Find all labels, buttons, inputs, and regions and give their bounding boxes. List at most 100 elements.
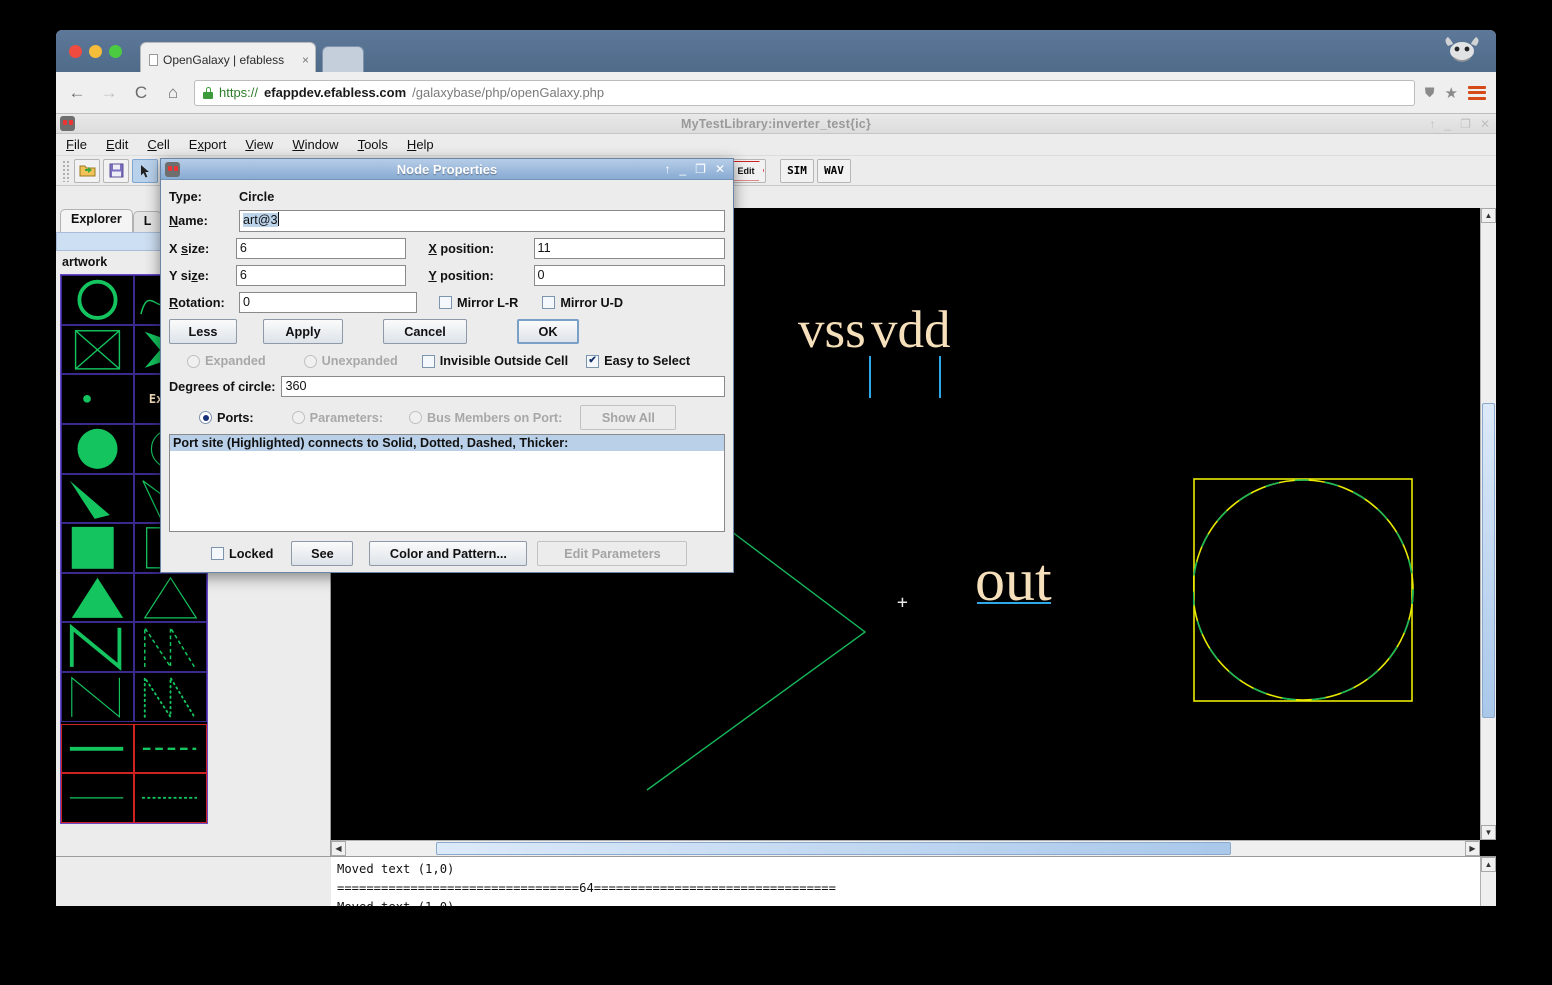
- bookmark-star-icon[interactable]: ★: [1445, 84, 1458, 102]
- circle-node-selected[interactable]: [1193, 478, 1415, 704]
- palette-box-crossed[interactable]: [61, 324, 134, 375]
- out-label[interactable]: out: [975, 546, 1052, 615]
- palette-arc-dotted[interactable]: [134, 773, 207, 823]
- menu-export[interactable]: Export: [189, 137, 227, 152]
- tab-explorer[interactable]: Explorer: [60, 209, 133, 232]
- rotation-input[interactable]: 0: [239, 292, 417, 313]
- app-float-icon[interactable]: ↑: [1429, 117, 1435, 131]
- invisible-outside-cell-checkbox[interactable]: Invisible Outside Cell: [421, 354, 568, 368]
- port-list[interactable]: Port site (Highlighted) connects to Soli…: [169, 434, 725, 532]
- menu-edit[interactable]: Edit: [106, 137, 128, 152]
- shield-icon[interactable]: ⛊: [1425, 85, 1435, 101]
- expanded-radio[interactable]: Expanded: [187, 354, 266, 368]
- color-and-pattern-button[interactable]: Color and Pattern...: [369, 541, 528, 566]
- palette-polygon-dashed[interactable]: [134, 622, 207, 673]
- sim-button[interactable]: SIM: [780, 158, 814, 183]
- x-position-input[interactable]: 11: [533, 238, 725, 259]
- wav-button[interactable]: WAV: [817, 158, 851, 183]
- menu-file[interactable]: FFileile: [66, 137, 87, 152]
- palette-triangle-outline[interactable]: [134, 572, 207, 623]
- palette-polygon-thick[interactable]: [61, 622, 134, 673]
- scroll-down-arrow[interactable]: ▼: [1481, 825, 1496, 840]
- dialog-close-icon[interactable]: ✕: [715, 162, 725, 176]
- messages-scroll-up-arrow[interactable]: ▲: [1481, 857, 1496, 872]
- edit-parameters-button[interactable]: Edit Parameters: [537, 541, 688, 566]
- scroll-up-arrow[interactable]: ▲: [1481, 208, 1496, 223]
- app-maximize-icon[interactable]: ❐: [1460, 117, 1471, 131]
- palette-square-filled[interactable]: [61, 523, 134, 573]
- palette-circle-filled[interactable]: [61, 423, 134, 474]
- menu-view[interactable]: View: [245, 137, 273, 152]
- x-size-input[interactable]: 6: [235, 238, 407, 259]
- palette-polygon-dotted[interactable]: [134, 672, 207, 722]
- palette-arc-solid[interactable]: [61, 723, 134, 774]
- unexpanded-radio[interactable]: Unexpanded: [303, 354, 398, 368]
- reload-icon[interactable]: C: [130, 82, 152, 104]
- browser-tab-opengalaxy[interactable]: OpenGalaxy | efabless ×: [140, 42, 316, 72]
- canvas-vertical-scrollbar[interactable]: ▲ ▼: [1480, 208, 1496, 840]
- y-position-input[interactable]: 0: [533, 265, 725, 286]
- palette-dot[interactable]: [61, 374, 134, 424]
- scroll-left-arrow[interactable]: ◀: [331, 841, 346, 856]
- forward-icon[interactable]: →: [98, 82, 120, 104]
- palette-pie-filled[interactable]: [61, 473, 134, 524]
- vdd-label[interactable]: vdd: [871, 300, 951, 360]
- cancel-button[interactable]: Cancel: [383, 319, 467, 344]
- canvas-hscroll-thumb[interactable]: [436, 842, 1231, 855]
- tab-layers[interactable]: L: [132, 211, 163, 232]
- less-button[interactable]: Less: [169, 319, 237, 344]
- locked-checkbox[interactable]: Locked: [211, 547, 273, 561]
- window-close-button[interactable]: [69, 45, 82, 58]
- y-size-input[interactable]: 6: [235, 265, 407, 286]
- palette-arc-dashed[interactable]: [134, 723, 207, 774]
- name-input[interactable]: art@3: [239, 210, 725, 232]
- degrees-input[interactable]: 360: [281, 376, 725, 397]
- app-close-icon[interactable]: ✕: [1480, 117, 1490, 131]
- select-tool-button[interactable]: [132, 158, 158, 183]
- mirror-ud-box: [542, 296, 556, 309]
- parameters-radio[interactable]: Parameters:: [291, 411, 383, 425]
- dialog-float-icon[interactable]: ↑: [664, 162, 670, 176]
- canvas-vscroll-thumb[interactable]: [1482, 403, 1495, 718]
- palette-polygon-thin[interactable]: [61, 672, 134, 722]
- url-host: efappdev.efabless.com: [264, 85, 407, 100]
- mirror-lr-checkbox[interactable]: Mirror L-R: [439, 296, 518, 310]
- url-bar[interactable]: https:// efappdev.efabless.com/galaxybase…: [194, 79, 1415, 106]
- new-tab-button[interactable]: [322, 46, 364, 72]
- menu-tools[interactable]: Tools: [358, 137, 388, 152]
- palette-circle-outline[interactable]: [61, 275, 134, 325]
- vss-label[interactable]: vss: [798, 300, 866, 360]
- toolbar-grip[interactable]: [62, 159, 71, 182]
- save-library-button[interactable]: [103, 158, 129, 183]
- palette-arc-thin[interactable]: [61, 773, 134, 823]
- open-library-button[interactable]: [74, 158, 100, 183]
- mirror-ud-checkbox[interactable]: Mirror U-D: [542, 296, 623, 310]
- dialog-maximize-icon[interactable]: ❐: [695, 162, 706, 176]
- home-icon[interactable]: ⌂: [162, 82, 184, 104]
- menu-cell[interactable]: Cell: [147, 137, 169, 152]
- ok-button[interactable]: OK: [517, 319, 579, 344]
- window-minimize-button[interactable]: [89, 45, 102, 58]
- apply-button[interactable]: Apply: [263, 319, 343, 344]
- easy-to-select-checkbox[interactable]: Easy to Select: [586, 354, 690, 368]
- messages-scrollbar[interactable]: ▲ ▼: [1480, 857, 1496, 906]
- see-button[interactable]: See: [291, 541, 354, 566]
- window-maximize-button[interactable]: [109, 45, 122, 58]
- invisible-outside-cell-box: [421, 354, 435, 368]
- menu-icon[interactable]: [1468, 85, 1486, 100]
- dialog-titlebar[interactable]: Node Properties ↑ _ ❐ ✕: [161, 159, 733, 180]
- back-icon[interactable]: ←: [66, 82, 88, 104]
- ports-radio[interactable]: Ports:: [199, 411, 254, 425]
- dialog-minimize-icon[interactable]: _: [679, 162, 686, 176]
- canvas-horizontal-scrollbar[interactable]: ◀ ▶: [331, 840, 1480, 856]
- palette-triangle-filled[interactable]: [61, 572, 134, 623]
- menu-window[interactable]: Window: [292, 137, 338, 152]
- show-all-button[interactable]: Show All: [580, 405, 677, 430]
- port-list-header[interactable]: Port site (Highlighted) connects to Soli…: [170, 435, 724, 451]
- scroll-right-arrow[interactable]: ▶: [1465, 841, 1480, 856]
- app-minimize-icon[interactable]: _: [1444, 117, 1451, 131]
- bus-members-radio[interactable]: Bus Members on Port:: [409, 411, 562, 425]
- bus-members-label: Bus Members on Port:: [427, 410, 563, 425]
- close-icon[interactable]: ×: [298, 53, 309, 67]
- menu-help[interactable]: Help: [407, 137, 434, 152]
